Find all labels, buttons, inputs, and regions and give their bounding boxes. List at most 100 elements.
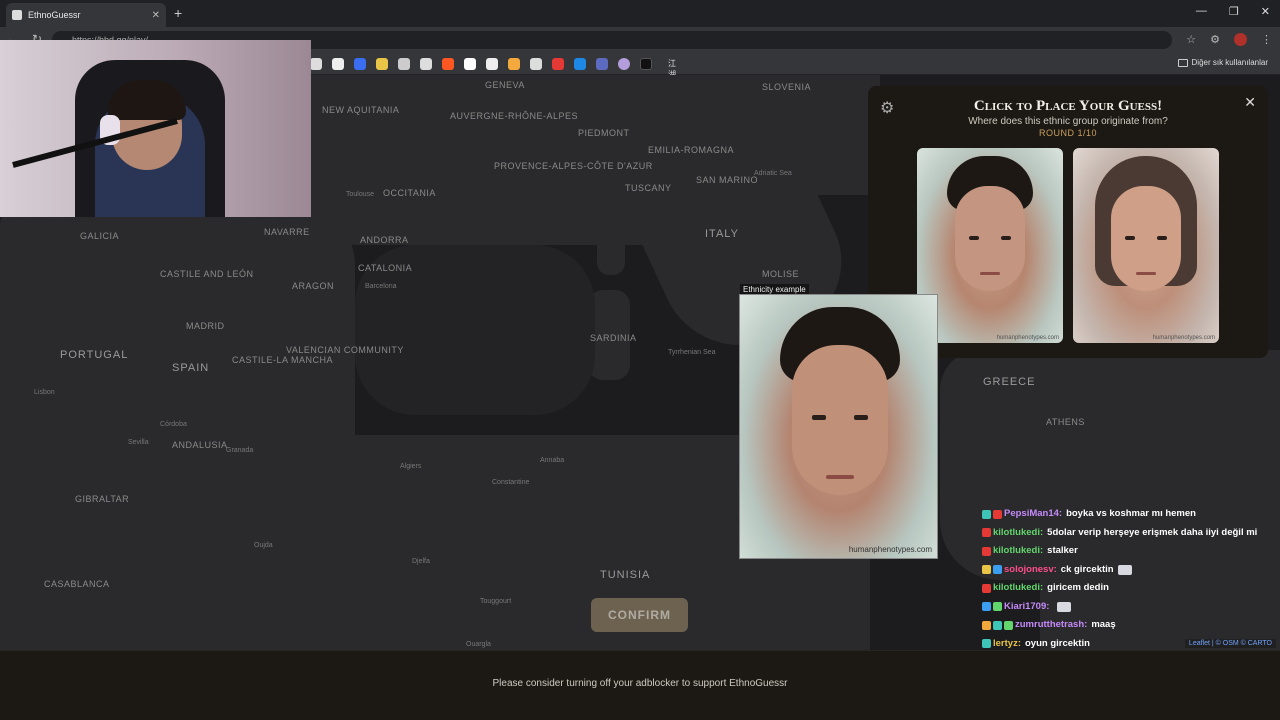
badge-icon: [993, 602, 1002, 612]
bookmark-icon[interactable]: [596, 58, 608, 70]
map-label: MADRID: [186, 321, 225, 331]
close-tab-icon[interactable]: ✕: [152, 10, 160, 21]
profile-avatar[interactable]: [1234, 33, 1247, 46]
badge-icon: [993, 620, 1002, 630]
badge-icon: [1004, 620, 1013, 630]
emote-icon: [1057, 601, 1072, 612]
bookmark-label[interactable]: 江湖蛋堡的抖音直...: [668, 58, 683, 145]
map-label: SAN MARINO: [696, 175, 759, 185]
map-label: Oujda: [254, 542, 273, 549]
restore-icon[interactable]: ❐: [1229, 5, 1239, 18]
bookmark-icon[interactable]: [420, 58, 432, 70]
panel-title: Click to Place Your Guess!: [973, 98, 1163, 114]
badge-icon: [982, 546, 991, 556]
map-label: CASABLANCA: [44, 579, 110, 589]
chat-text: stalker: [1047, 545, 1078, 556]
browser-tab[interactable]: EthnoGuessr ✕: [6, 3, 166, 27]
map-label: AUVERGNE-RHÔNE-ALPES: [450, 111, 579, 121]
map-label: Córdoba: [160, 421, 187, 428]
badge-icon: [982, 509, 991, 519]
map-label: Touggourt: [480, 598, 512, 605]
map-label: GENEVA: [485, 80, 525, 90]
map-label: CASTILE-LA MANCHA: [232, 355, 334, 365]
bookmark-icon[interactable]: [486, 58, 498, 70]
chat-message: kilotlukedi: 5dolar verip herşeye erişme…: [982, 524, 1280, 543]
bookmark-icon[interactable]: [398, 58, 410, 70]
map-label: MOLISE: [762, 269, 800, 279]
badge-icon: [982, 583, 991, 593]
badge-icon: [982, 528, 991, 538]
extension-icon[interactable]: ⚙: [1210, 33, 1220, 46]
map-label: Tyrrhenian Sea: [668, 349, 716, 356]
other-bookmarks[interactable]: Diğer sık kullanılanlar: [1177, 58, 1268, 67]
bookmark-icon[interactable]: [618, 58, 630, 70]
map-label: Granada: [226, 447, 254, 454]
map-label: GIBRALTAR: [75, 494, 130, 504]
chat-message: Kiari1709:: [982, 598, 1280, 617]
map-label: CASTILE AND LEÓN: [160, 269, 254, 279]
map-label: TUSCANY: [625, 183, 672, 193]
folder-icon: [1177, 58, 1188, 67]
map-label: Lisbon: [34, 389, 55, 396]
badge-icon: [982, 602, 991, 612]
map-label: SPAIN: [172, 362, 210, 374]
browser-tab-bar: EthnoGuessr ✕ + — ❐ ✕: [0, 0, 1280, 27]
reddit-icon[interactable]: [442, 58, 454, 70]
ethnicity-example-image: humanphenotypes.com: [739, 294, 938, 559]
map-label: ARAGON: [292, 281, 335, 291]
bookmark-icon[interactable]: [508, 58, 520, 70]
map-label: Constantine: [492, 479, 530, 486]
chat-user: Kiari1709:: [1004, 600, 1050, 612]
chat-user: kilotlukedi:: [993, 582, 1044, 593]
bookmark-icon[interactable]: [354, 58, 366, 70]
stream-chat: PepsiMan14: boyka vs koshmar mı hemen ki…: [982, 505, 1280, 653]
streamer-webcam: [0, 40, 311, 217]
bookmark-icon[interactable]: [376, 58, 388, 70]
map-label: PIEDMONT: [578, 128, 630, 138]
map-label: Djelfa: [412, 558, 430, 565]
new-tab-icon[interactable]: +: [174, 5, 182, 21]
chat-text: boyka vs koshmar mı hemen: [1066, 508, 1196, 519]
image-watermark: humanphenotypes.com: [848, 545, 932, 554]
bookmark-icon[interactable]: [310, 58, 322, 70]
menu-icon[interactable]: ⋮: [1261, 33, 1272, 46]
map-label: GREECE: [983, 376, 1036, 388]
chat-message: solojonesv: ck gircektin: [982, 561, 1280, 580]
image-watermark: humanphenotypes.com: [996, 335, 1059, 341]
map-label: ANDORRA: [360, 235, 409, 245]
male-phenotype-image[interactable]: humanphenotypes.com: [917, 148, 1063, 343]
x-icon[interactable]: [332, 58, 344, 70]
other-bookmarks-label: Diğer sık kullanılanlar: [1191, 58, 1268, 67]
map-label: Ouargla: [466, 641, 491, 648]
map-label: Algiers: [400, 463, 422, 470]
bookmark-icon[interactable]: [574, 58, 586, 70]
chat-text: 5dolar verip herşeye erişmek daha iiyi d…: [1047, 526, 1258, 538]
badge-icon: [982, 639, 991, 649]
map-label: ITALY: [705, 228, 739, 240]
bookmark-icon[interactable]: [552, 58, 564, 70]
map-label: NEW AQUITANIA: [322, 105, 400, 115]
map-label: Adriatic Sea: [754, 170, 792, 177]
adblock-notice: Please consider turning off your adblock…: [492, 678, 788, 689]
map-label: Toulouse: [346, 191, 375, 198]
image-watermark: humanphenotypes.com: [1152, 335, 1215, 341]
tab-title: EthnoGuessr: [28, 10, 81, 20]
bookmark-icon[interactable]: [530, 58, 542, 70]
close-window-icon[interactable]: ✕: [1261, 5, 1270, 18]
confirm-button[interactable]: CONFIRM: [591, 598, 688, 632]
page-footer: Please consider turning off your adblock…: [0, 650, 1280, 720]
map-label: EMILIA-ROMAGNA: [648, 145, 735, 155]
chat-message: PepsiMan14: boyka vs koshmar mı hemen: [982, 505, 1280, 524]
map-label: NAVARRE: [264, 227, 310, 237]
star-icon[interactable]: ☆: [1186, 33, 1196, 46]
female-phenotype-image[interactable]: humanphenotypes.com: [1073, 148, 1219, 343]
chat-user: solojonesv:: [1004, 563, 1057, 575]
map-label: SLOVENIA: [762, 82, 812, 92]
tiktok-icon[interactable]: [640, 58, 652, 70]
map-label: GALICIA: [80, 231, 120, 241]
map-label: ATHENS: [1046, 417, 1085, 427]
chat-user: zumrutthetrash:: [1015, 619, 1088, 630]
chat-message: kilotlukedi: stalker: [982, 542, 1280, 561]
bookmark-icon[interactable]: [464, 58, 476, 70]
minimize-icon[interactable]: —: [1196, 5, 1207, 18]
